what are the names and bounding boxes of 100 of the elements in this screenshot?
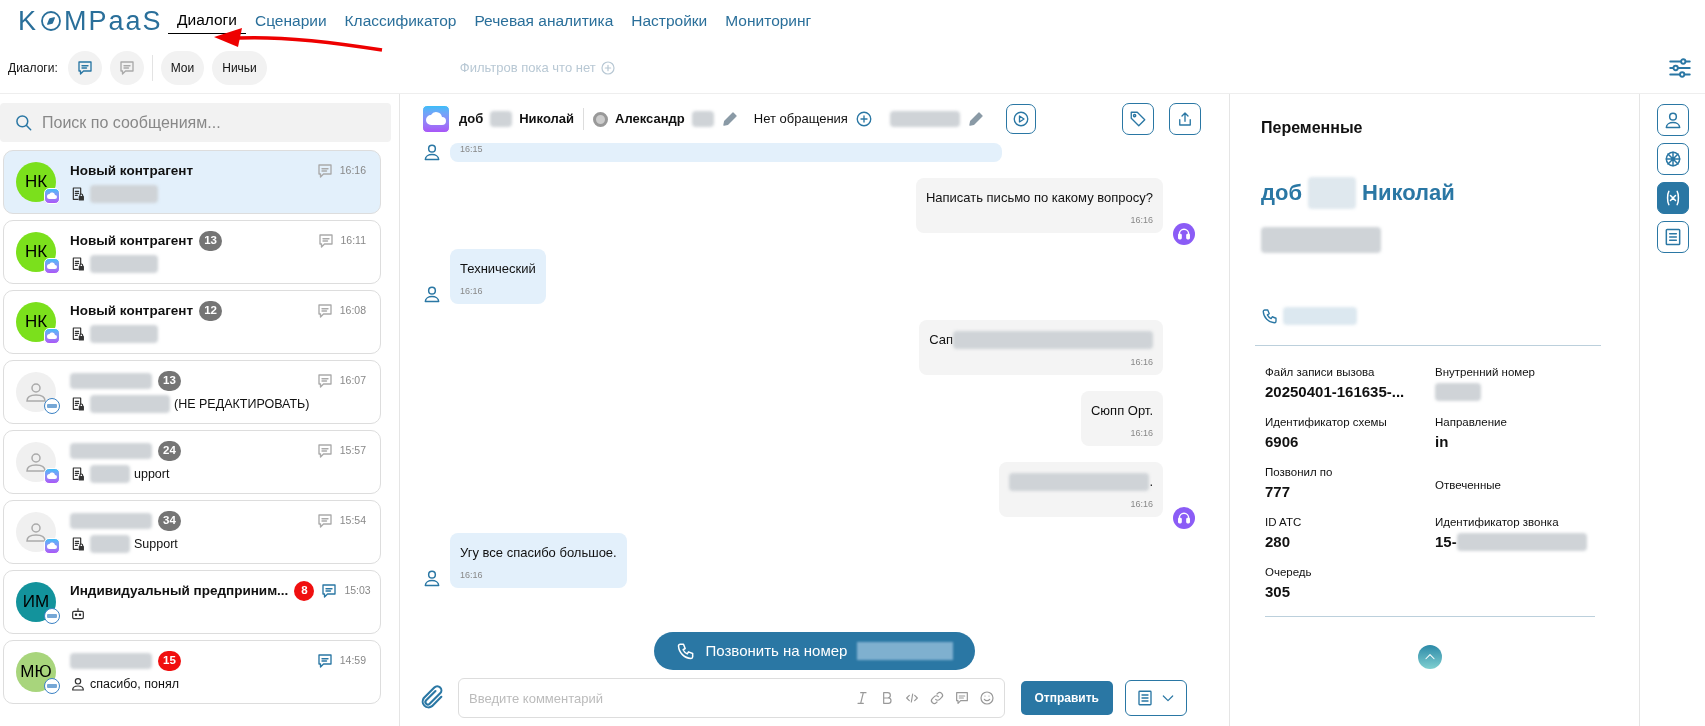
dialog-time: 16:16 xyxy=(339,163,366,179)
dialog-time: 15:57 xyxy=(339,443,366,459)
variable-label: Файл записи вызова xyxy=(1265,365,1375,380)
pencil-icon xyxy=(720,110,739,128)
dialog-preview: спасибо, понял xyxy=(90,675,179,693)
document-icon xyxy=(1136,689,1154,707)
message-time: 16:16 xyxy=(1130,213,1153,227)
play-button[interactable] xyxy=(1005,104,1036,134)
variables-tab[interactable] xyxy=(1656,182,1689,214)
unread-count: 34 xyxy=(158,511,181,531)
dialog-time: 14:59 xyxy=(339,653,366,669)
collapse-button[interactable] xyxy=(1418,645,1442,669)
avatar-placeholder-icon xyxy=(16,512,56,552)
variable-label: ID ATC xyxy=(1265,515,1302,530)
variable-label: Отвеченные xyxy=(1435,478,1501,494)
search-field[interactable]: Поиск по сообщениям... xyxy=(0,103,391,142)
dialog-time: 15:54 xyxy=(339,513,366,529)
comment-field[interactable]: Введите комментарий xyxy=(458,678,1005,718)
cloud-phone-badge-icon xyxy=(44,538,60,554)
message-text: Написать письмо по какому вопросу? xyxy=(925,189,1153,207)
ai-assistant-tab[interactable] xyxy=(1656,143,1689,175)
mcn-badge-icon xyxy=(44,608,60,624)
variable-label: Направление xyxy=(1435,415,1507,430)
nav-tab[interactable]: Сценарии xyxy=(245,8,336,34)
avatar: НК xyxy=(16,302,56,342)
variable-label: Идентификатор звонка xyxy=(1435,515,1559,530)
cloud-phone-badge-icon xyxy=(44,258,60,274)
message-time: 16:16 xyxy=(1130,426,1153,440)
document-icon xyxy=(70,466,86,482)
tag-button[interactable] xyxy=(1122,103,1154,135)
dialog-card[interactable]: НК Новый контрагент 13 16:11 xyxy=(3,220,381,284)
comment-icon xyxy=(953,690,970,706)
message-time: 16:16 xyxy=(1130,355,1153,369)
notes-tab[interactable] xyxy=(1656,221,1689,253)
contact-tab[interactable] xyxy=(1656,104,1689,136)
operator-avatar-icon xyxy=(593,111,609,127)
export-button[interactable] xyxy=(1169,103,1201,135)
nav-tab[interactable]: Настройки xyxy=(622,8,717,34)
avatar: ИМ xyxy=(16,582,56,622)
variable-value: 6906 xyxy=(1265,432,1299,452)
message-text: . xyxy=(1149,473,1153,491)
compass-icon xyxy=(39,9,63,33)
dialog-title: Новый контрагент xyxy=(70,301,194,320)
document-icon xyxy=(70,186,86,203)
add-filter-icon xyxy=(599,59,616,76)
dialog-filter-toggle[interactable] xyxy=(67,50,102,85)
contact-name: доб xyxy=(459,110,484,129)
message-text: Угу все спасибо большое. xyxy=(460,544,617,562)
filter-chip[interactable]: Мои xyxy=(160,50,205,85)
variable-label: Очередь xyxy=(1265,565,1312,580)
avatar: НК xyxy=(16,162,56,202)
dialog-title: Индивидуальный предприним... xyxy=(70,581,289,600)
dialog-preview: (НЕ РЕДАКТИРОВАТЬ) xyxy=(174,395,310,413)
document-icon xyxy=(70,396,86,412)
pencil-icon xyxy=(966,110,985,128)
unread-count: 15 xyxy=(158,651,181,671)
variable-label: Позвонил по xyxy=(1265,465,1333,480)
tag-icon xyxy=(1129,110,1147,128)
message-time: 16:16 xyxy=(460,568,484,582)
variable-label: Идентификатор схемы xyxy=(1265,415,1387,430)
message-time: 16:15 xyxy=(460,142,484,156)
variable-value: 777 xyxy=(1265,482,1291,502)
dialog-card[interactable]: НК Новый контрагент 16:16 xyxy=(3,150,381,214)
variable-value: 20250401-161635-... xyxy=(1265,382,1405,402)
unread-count: 8 xyxy=(294,581,315,601)
message-icon xyxy=(117,58,136,77)
dialog-card[interactable]: ИМ Индивидуальный предприним... 8 15:03 xyxy=(3,570,381,634)
filter-chip[interactable]: Ничьи xyxy=(212,50,267,85)
dialog-filter-toggle[interactable] xyxy=(109,50,144,85)
nav-tab[interactable]: Классификатор xyxy=(335,8,466,34)
dialog-preview: upport xyxy=(134,465,170,483)
link-icon xyxy=(928,690,945,706)
dialog-time: 16:07 xyxy=(339,373,366,389)
dialog-card[interactable]: НК Новый контрагент 12 16:08 xyxy=(3,290,381,354)
mcn-badge-icon xyxy=(44,678,60,694)
nav-tab[interactable]: Мониторинг xyxy=(716,8,821,34)
variable-value: in xyxy=(1435,432,1449,452)
dialog-card[interactable]: МЮ 15 14:59 спасибо, понял xyxy=(3,640,381,704)
cloud-phone-badge-icon xyxy=(44,468,60,484)
send-button[interactable]: Отправить xyxy=(1020,681,1113,715)
variable-label: Внутренний номер xyxy=(1435,365,1536,380)
dialog-card[interactable]: 13 16:07 (НЕ РЕДАКТИРОВАТЬ) xyxy=(3,360,381,424)
cloud-phone-badge-icon xyxy=(44,328,60,344)
unread-count: 13 xyxy=(158,371,181,391)
dialog-title: Новый контрагент xyxy=(70,161,194,180)
dialog-preview: Support xyxy=(134,535,178,553)
contact-heading: доб xyxy=(1261,179,1302,207)
cloud-phone-icon xyxy=(422,105,450,133)
template-button[interactable] xyxy=(1125,680,1187,716)
contact-name: Николай xyxy=(519,110,575,129)
call-button[interactable]: Позвонить на номер xyxy=(653,632,976,670)
avatar-placeholder-icon xyxy=(16,442,56,482)
dialog-card[interactable]: 34 15:54 Support xyxy=(3,500,381,564)
dialog-card[interactable]: 24 15:57 upport xyxy=(3,430,381,494)
phone-icon xyxy=(1261,307,1279,325)
nav-tab[interactable]: Речевая аналитика xyxy=(465,8,623,34)
logo-text: K xyxy=(18,4,38,38)
dialog-time: 16:11 xyxy=(340,233,366,249)
plus-icon xyxy=(854,110,873,128)
dialog-time: 16:08 xyxy=(339,303,366,319)
